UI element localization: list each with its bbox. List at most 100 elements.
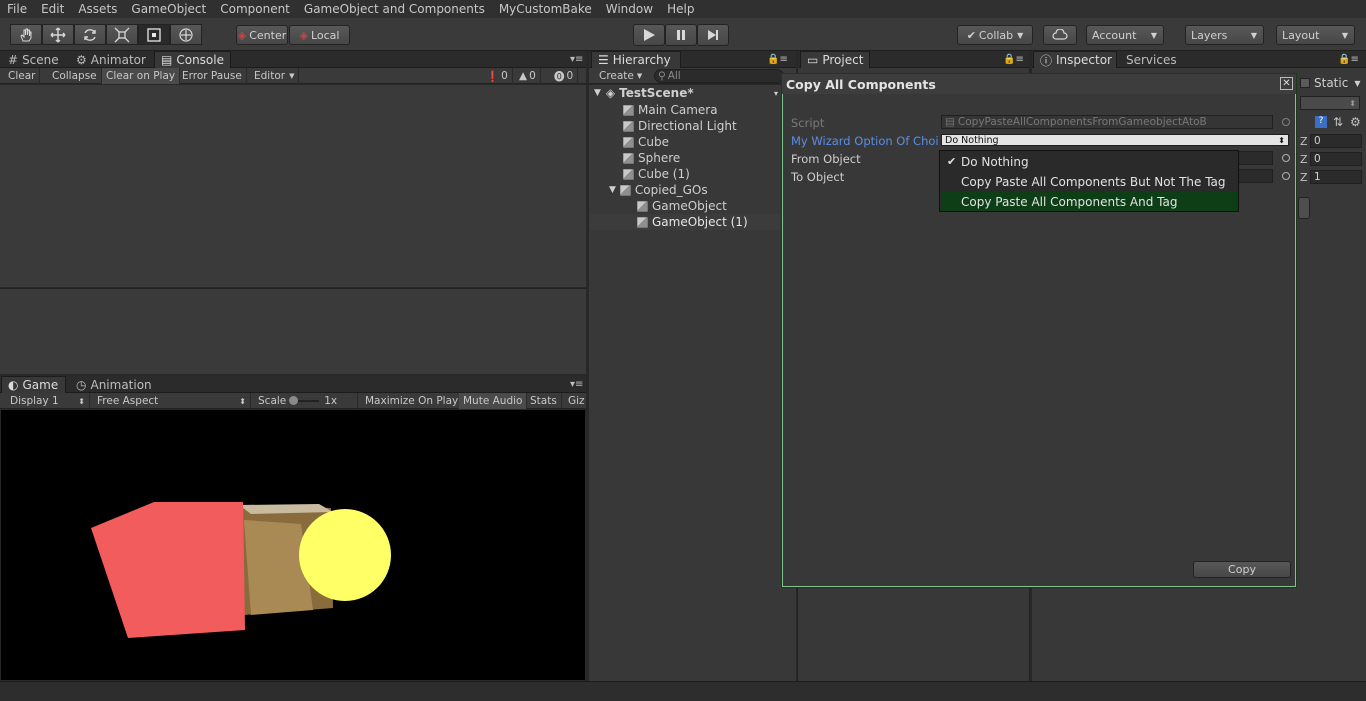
to-object-picker-icon[interactable] (1282, 172, 1290, 180)
tab-scene[interactable]: # Scene (2, 51, 65, 68)
rect-tool-icon[interactable] (138, 24, 170, 45)
menu-file[interactable]: File (2, 0, 32, 18)
tab-game[interactable]: ◐ Game (1, 376, 66, 393)
menu-mycustombake[interactable]: MyCustomBake (494, 0, 597, 18)
console-log-area (0, 85, 586, 287)
option-dropdown[interactable]: Do Nothing ⬍ (941, 134, 1289, 146)
display-dropdown[interactable]: Display 1 ⬍ (6, 393, 90, 409)
gear-icon[interactable]: ⚙ (1350, 115, 1361, 129)
project-tabbar: ▭ Project 🔒≡ (799, 51, 1029, 68)
rotate-tool-icon[interactable] (74, 24, 106, 45)
inspector-tabbar: ⓘ Inspector Services 🔒≡ (1032, 51, 1366, 68)
tab-project[interactable]: ▭ Project (800, 51, 870, 68)
menu-gameobject-and-components[interactable]: GameObject and Components (299, 0, 490, 18)
tab-animator[interactable]: ⚙ Animator (70, 51, 152, 68)
hierarchy-item-gameobject-1[interactable]: GameObject (1) (590, 214, 780, 230)
red-cube (91, 502, 245, 638)
gameobject-icon (637, 216, 648, 228)
layers-dropdown[interactable]: Layers ▼ (1185, 25, 1264, 45)
game-scene-render (91, 502, 391, 638)
hierarchy-item-cube-1[interactable]: Cube (1) (590, 166, 780, 182)
close-icon[interactable]: ✕ (1280, 77, 1293, 90)
cloud-icon[interactable] (1043, 25, 1077, 45)
z-label-2: Z (1300, 153, 1308, 166)
menu-assets[interactable]: Assets (73, 0, 122, 18)
editor-dropdown[interactable]: Editor ▼ (250, 68, 300, 84)
move-tool-icon[interactable] (42, 24, 74, 45)
static-toggle[interactable]: Static ▼ (1300, 76, 1360, 90)
hierarchy-item-cube[interactable]: Cube (590, 134, 780, 150)
layout-dropdown[interactable]: Layout ▼ (1276, 25, 1355, 45)
add-component-button-edge[interactable] (1298, 197, 1310, 219)
stats-button[interactable]: Stats (526, 393, 562, 409)
tab-inspector[interactable]: ⓘ Inspector (1033, 51, 1117, 68)
menu-window[interactable]: Window (601, 0, 658, 18)
from-object-picker-icon[interactable] (1282, 154, 1290, 162)
mute-audio-button[interactable]: Mute Audio (459, 393, 528, 409)
clear-on-play-button[interactable]: Clear on Play (102, 68, 181, 84)
aspect-dropdown[interactable]: Free Aspect ⬍ (93, 393, 251, 409)
pivot-center-button[interactable]: ◈ Center (236, 25, 288, 45)
hierarchy-item-directional-light[interactable]: Directional Light (590, 118, 780, 134)
transform-tool-icon[interactable] (170, 24, 202, 45)
panel-menu-icon[interactable]: ▾≡ (564, 51, 589, 68)
game-view[interactable] (1, 410, 585, 680)
gameobject-icon (623, 120, 634, 132)
create-dropdown[interactable]: Create ▼ (595, 68, 646, 84)
scale-slider[interactable]: Scale 1x (254, 393, 358, 409)
z-field-2[interactable]: 0 (1310, 152, 1362, 166)
step-button[interactable] (697, 24, 729, 46)
collapse-button[interactable]: Collapse (48, 68, 102, 84)
hierarchy-lock-icon[interactable]: 🔒≡ (761, 51, 794, 68)
expand-arrow-icon[interactable]: ▼ (609, 185, 616, 195)
warning-count-toggle[interactable]: ▲ 0 (515, 68, 541, 84)
hierarchy-item-gameobject[interactable]: GameObject (590, 198, 780, 214)
error-count-toggle[interactable]: ⓿0 (550, 68, 579, 84)
project-lock-icon[interactable]: 🔒≡ (997, 51, 1030, 68)
error-pause-button[interactable]: Error Pause (178, 68, 247, 84)
scene-row[interactable]: ▼ ◈ TestScene* ▾ (590, 85, 780, 101)
game-panel-menu-icon[interactable]: ▾≡ (564, 376, 589, 393)
log-count-toggle[interactable]: ❗ 0 (482, 68, 513, 84)
dropdown-item-do-nothing[interactable]: ✔ Do Nothing (941, 152, 1238, 171)
tab-console[interactable]: ▤ Console (154, 51, 231, 68)
hierarchy-item-main-camera[interactable]: Main Camera (590, 102, 780, 118)
expand-arrow-icon[interactable]: ▼ (594, 88, 601, 98)
dropdown-item-copy-and-tag[interactable]: Copy Paste All Components And Tag (941, 192, 1238, 211)
layer-dropdown[interactable]: ⬍ (1300, 96, 1360, 110)
clear-button[interactable]: Clear (4, 68, 41, 84)
menu-edit[interactable]: Edit (36, 0, 69, 18)
pivot-local-button[interactable]: ◈ Local (289, 25, 350, 45)
checkmark-icon: ✔ (947, 155, 957, 168)
tab-hierarchy[interactable]: ☰ Hierarchy (591, 51, 681, 68)
preset-icon[interactable]: ⇅ (1333, 115, 1343, 129)
menu-help[interactable]: Help (662, 0, 699, 18)
hand-tool-icon[interactable] (10, 24, 42, 45)
game-tabbar: ◐ Game ◷ Animation ▾≡ (0, 376, 586, 393)
menu-gameobject[interactable]: GameObject (126, 0, 211, 18)
hierarchy-search-input[interactable]: ⚲ All (654, 69, 784, 83)
account-dropdown[interactable]: Account ▼ (1086, 25, 1164, 45)
z-label-1: Z (1300, 135, 1308, 148)
hierarchy-item-sphere[interactable]: Sphere (590, 150, 780, 166)
hierarchy-item-copied-gos[interactable]: ▼ Copied_GOs (590, 182, 780, 198)
menu-component[interactable]: Component (215, 0, 295, 18)
console-detail-area (0, 288, 586, 374)
pause-button[interactable] (665, 24, 697, 46)
dropdown-item-copy-not-tag[interactable]: Copy Paste All Components But Not The Ta… (941, 172, 1238, 191)
hierarchy-toolbar: Create ▼ ⚲ All (589, 68, 796, 84)
copy-button[interactable]: Copy (1193, 561, 1291, 578)
scale-tool-icon[interactable] (106, 24, 138, 45)
collab-button[interactable]: ✔ Collab ▼ (957, 25, 1033, 45)
z-field-1[interactable]: 0 (1310, 134, 1362, 148)
inspector-lock-icon[interactable]: 🔒≡ (1332, 51, 1365, 68)
script-label: Script (791, 116, 825, 130)
help-icon[interactable]: ? (1315, 116, 1327, 128)
tab-services[interactable]: Services (1120, 51, 1183, 68)
z-field-3[interactable]: 1 (1310, 170, 1362, 184)
scene-tabbar: # Scene ⚙ Animator ▤ Console ▾≡ (0, 51, 586, 68)
play-button[interactable] (633, 24, 665, 46)
gizmos-button[interactable]: Giz (564, 393, 589, 409)
maximize-on-play-button[interactable]: Maximize On Play (361, 393, 464, 409)
tab-animation[interactable]: ◷ Animation (70, 376, 158, 393)
